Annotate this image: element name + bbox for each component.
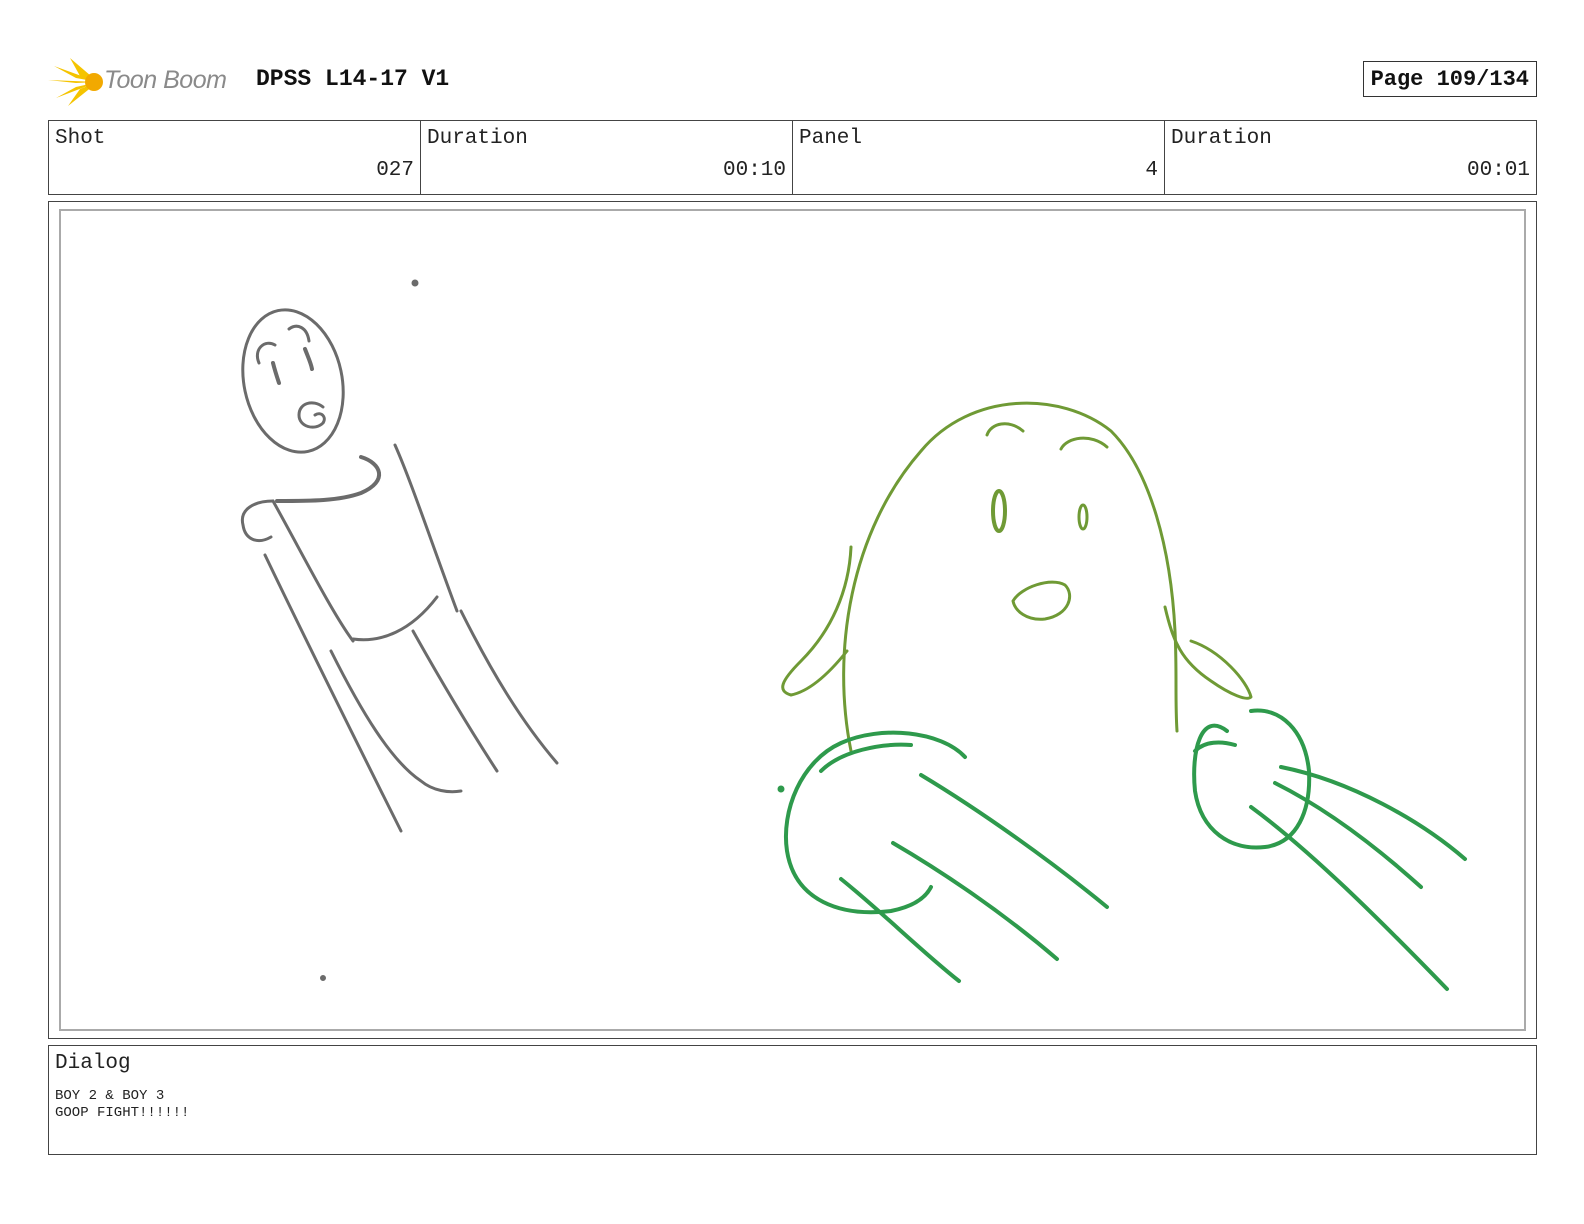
stray-dot bbox=[777, 785, 785, 793]
toon-boom-logo: Toon Boom bbox=[48, 56, 242, 108]
goop-mouth bbox=[1011, 580, 1071, 621]
dialog-text: BOY 2 & BOY 3 GOOP FIGHT!!!!!! bbox=[55, 1088, 189, 1122]
panel-cell: Panel 4 bbox=[793, 121, 1165, 194]
sunburst-icon bbox=[48, 58, 103, 106]
boy-body-right bbox=[393, 443, 459, 613]
right-hand-circle bbox=[1192, 708, 1312, 850]
goop-right-brow bbox=[1059, 436, 1109, 451]
shot-label: Shot bbox=[55, 127, 106, 150]
shot-cell: Shot 027 bbox=[49, 121, 421, 194]
panel-label: Panel bbox=[799, 127, 863, 150]
right-hand-thumb bbox=[1193, 740, 1237, 753]
panel-duration-label: Duration bbox=[1171, 127, 1272, 150]
panel-value: 4 bbox=[1145, 159, 1158, 182]
shot-duration-label: Duration bbox=[427, 127, 528, 150]
shot-duration-value: 00:10 bbox=[722, 159, 786, 182]
left-hand-circle bbox=[784, 730, 967, 915]
dialog-label: Dialog bbox=[55, 1052, 131, 1075]
left-hand-drip-1 bbox=[919, 773, 1109, 909]
boy-collar bbox=[275, 455, 382, 503]
page-indicator: Page 109/134 bbox=[1362, 61, 1537, 97]
goop-left-brow bbox=[985, 422, 1025, 437]
goop-left-eye bbox=[991, 489, 1007, 533]
shot-info-table: Shot 027 Duration 00:10 Panel 4 Duration… bbox=[48, 120, 1537, 195]
boy-right-eye bbox=[303, 347, 314, 371]
right-hand-drip-3 bbox=[1249, 805, 1449, 991]
stray-dot bbox=[320, 975, 326, 981]
goop-creature-sketch bbox=[781, 401, 1253, 753]
dialog-line-text: GOOP FIGHT!!!!!! bbox=[55, 1105, 190, 1121]
boy-shoulder bbox=[240, 499, 275, 542]
left-hand-thumb bbox=[819, 742, 913, 773]
shot-value: 027 bbox=[376, 159, 414, 182]
boy-body-left bbox=[271, 499, 355, 643]
boy-left-eye bbox=[271, 361, 281, 385]
dialog-line-speakers: BOY 2 & BOY 3 bbox=[55, 1088, 165, 1104]
shot-duration-cell: Duration 00:10 bbox=[421, 121, 793, 194]
boy-waist bbox=[351, 595, 439, 642]
goop-left-arm bbox=[781, 545, 853, 697]
dialog-box: Dialog BOY 2 & BOY 3 GOOP FIGHT!!!!!! bbox=[48, 1045, 1537, 1155]
boy-head bbox=[241, 308, 345, 454]
boy-mouth bbox=[297, 401, 326, 429]
panel-sketch bbox=[240, 279, 1467, 991]
panel-drawing-area bbox=[59, 209, 1526, 1031]
boy-right-brow bbox=[287, 324, 311, 343]
left-hand-drip-3 bbox=[839, 877, 961, 983]
boy-leg-1 bbox=[263, 553, 403, 833]
right-hand-drip-2 bbox=[1273, 781, 1423, 889]
logo-text: Toon Boom bbox=[104, 66, 227, 94]
boy-leg-2 bbox=[329, 649, 463, 794]
stray-dot bbox=[411, 279, 419, 287]
project-title: DPSS L14-17 V1 bbox=[256, 66, 450, 92]
boy-leg-3 bbox=[411, 629, 499, 773]
goop-body bbox=[842, 401, 1179, 753]
goop-right-eye bbox=[1077, 503, 1089, 531]
goop-right-arm bbox=[1163, 605, 1253, 700]
goop-hands-sketch bbox=[777, 708, 1467, 991]
boy-left-brow bbox=[256, 341, 277, 365]
left-boy-sketch bbox=[240, 279, 559, 981]
storyboard-panel bbox=[48, 201, 1537, 1039]
page-header: Toon Boom DPSS L14-17 V1 Page 109/134 bbox=[48, 52, 1537, 108]
panel-duration-value: 00:01 bbox=[1466, 159, 1530, 182]
panel-duration-cell: Duration 00:01 bbox=[1165, 121, 1536, 194]
boy-leg-4 bbox=[459, 609, 559, 765]
